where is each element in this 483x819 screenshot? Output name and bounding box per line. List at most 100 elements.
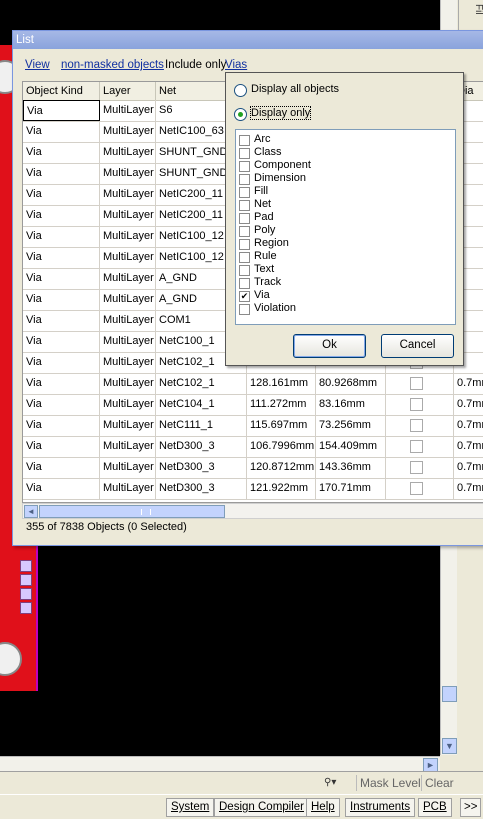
- table-cell[interactable]: MultiLayer: [100, 415, 156, 436]
- table-cell[interactable]: [386, 478, 454, 499]
- checkbox[interactable]: [239, 187, 250, 198]
- table-cell[interactable]: MultiLayer: [100, 436, 156, 457]
- table-cell[interactable]: MultiLayer: [100, 352, 156, 373]
- table-cell[interactable]: MultiLayer: [100, 142, 156, 163]
- table-cell[interactable]: NetC104_1: [156, 394, 247, 415]
- horizontal-scrollbar[interactable]: ►: [0, 756, 440, 772]
- checkbox[interactable]: [239, 161, 250, 172]
- table-cell[interactable]: MultiLayer: [100, 310, 156, 331]
- table-cell[interactable]: 0.7mm: [454, 394, 483, 415]
- object-kind-list[interactable]: Arc Class Component Dimension Fill Net Pad Poly…: [235, 129, 456, 325]
- table-cell[interactable]: 143.36mm: [316, 457, 386, 478]
- table-cell[interactable]: MultiLayer: [100, 457, 156, 478]
- table-cell[interactable]: MultiLayer: [100, 331, 156, 352]
- table-cell[interactable]: Via: [23, 436, 100, 457]
- table-cell[interactable]: MultiLayer: [100, 289, 156, 310]
- table-cell[interactable]: MultiLayer: [100, 247, 156, 268]
- table-cell[interactable]: Via: [23, 163, 100, 184]
- table-cell[interactable]: 106.7996mm: [247, 436, 316, 457]
- table-cell[interactable]: Via: [23, 226, 100, 247]
- checkbox[interactable]: [239, 200, 250, 211]
- table-cell[interactable]: [386, 415, 454, 436]
- checkbox[interactable]: [239, 135, 250, 146]
- checkbox[interactable]: [239, 239, 250, 250]
- checkbox[interactable]: [239, 278, 250, 289]
- grid-horizontal-scrollbar[interactable]: ◄: [22, 503, 483, 519]
- table-cell[interactable]: [386, 436, 454, 457]
- table-cell[interactable]: 83.16mm: [316, 394, 386, 415]
- table-cell[interactable]: MultiLayer: [100, 205, 156, 226]
- table-cell[interactable]: 170.71mm: [316, 478, 386, 499]
- cancel-button[interactable]: Cancel: [381, 334, 454, 358]
- table-cell[interactable]: Via: [23, 457, 100, 478]
- table-cell[interactable]: Via: [23, 331, 100, 352]
- clear-button[interactable]: Clear: [421, 775, 457, 791]
- table-cell[interactable]: Via: [23, 310, 100, 331]
- checkbox[interactable]: [410, 419, 423, 432]
- table-cell[interactable]: MultiLayer: [100, 373, 156, 394]
- table-cell[interactable]: 0.7mm: [454, 373, 483, 394]
- table-cell[interactable]: 154.409mm: [316, 436, 386, 457]
- pcb-button[interactable]: PCB: [418, 798, 452, 817]
- table-cell[interactable]: [386, 373, 454, 394]
- checkbox[interactable]: [410, 440, 423, 453]
- checkbox[interactable]: [239, 174, 250, 185]
- window-title[interactable]: List: [13, 31, 483, 49]
- checkbox[interactable]: [410, 377, 423, 390]
- table-cell[interactable]: NetD300_3: [156, 478, 247, 499]
- checkbox[interactable]: ✔: [239, 291, 250, 302]
- table-cell[interactable]: Via: [23, 478, 100, 499]
- table-cell[interactable]: MultiLayer: [100, 478, 156, 499]
- table-cell[interactable]: Via: [23, 247, 100, 268]
- table-cell[interactable]: Via: [23, 100, 100, 121]
- scroll-right-arrow-icon[interactable]: ►: [423, 758, 438, 772]
- table-cell[interactable]: 121.922mm: [247, 478, 316, 499]
- table-row[interactable]: Via MultiLayer NetC102_1 128.161mm 80.9268mm…: [23, 373, 483, 395]
- table-cell[interactable]: 73.256mm: [316, 415, 386, 436]
- table-cell[interactable]: Via: [23, 289, 100, 310]
- table-cell[interactable]: MultiLayer: [100, 226, 156, 247]
- table-cell[interactable]: 111.272mm: [247, 394, 316, 415]
- table-row[interactable]: Via MultiLayer NetD300_3 120.8712mm 143.36mm…: [23, 457, 483, 479]
- vias-link[interactable]: Vias: [225, 59, 247, 71]
- mask-level-button[interactable]: Mask Level: [356, 775, 424, 791]
- table-cell[interactable]: MultiLayer: [100, 268, 156, 289]
- table-cell[interactable]: Via: [23, 142, 100, 163]
- column-header[interactable]: Object Kind: [23, 82, 100, 100]
- table-row[interactable]: Via MultiLayer NetC104_1 111.272mm 83.16mm 0.…: [23, 394, 483, 416]
- table-row[interactable]: Via MultiLayer NetC111_1 115.697mm 73.256mm 0…: [23, 415, 483, 437]
- table-cell[interactable]: Via: [23, 268, 100, 289]
- column-header[interactable]: Layer: [100, 82, 156, 100]
- table-cell[interactable]: NetC111_1: [156, 415, 247, 436]
- table-cell[interactable]: Via: [23, 184, 100, 205]
- ok-button[interactable]: Ok: [293, 334, 366, 358]
- table-row[interactable]: Via MultiLayer NetD300_3 121.922mm 170.71mm 0…: [23, 478, 483, 500]
- help-button[interactable]: Help: [306, 798, 340, 817]
- scroll-left-arrow-icon[interactable]: ◄: [24, 505, 38, 518]
- filter-icon[interactable]: ⚲▾: [324, 775, 352, 791]
- scroll-thumb[interactable]: [442, 686, 457, 702]
- table-cell[interactable]: Via: [23, 352, 100, 373]
- table-cell[interactable]: Via: [23, 394, 100, 415]
- checkbox[interactable]: [410, 482, 423, 495]
- table-row[interactable]: Via MultiLayer NetD300_3 106.7996mm 154.409m…: [23, 436, 483, 458]
- scroll-thumb[interactable]: [39, 505, 225, 518]
- table-cell[interactable]: Via: [23, 205, 100, 226]
- table-cell[interactable]: 128.161mm: [247, 373, 316, 394]
- table-cell[interactable]: MultiLayer: [100, 121, 156, 142]
- table-cell[interactable]: 0.7mm: [454, 415, 483, 436]
- checkbox[interactable]: [239, 304, 250, 315]
- more-button[interactable]: >>: [460, 798, 482, 817]
- checkbox[interactable]: [239, 252, 250, 263]
- scroll-down-arrow-icon[interactable]: ▼: [442, 738, 457, 754]
- checkbox[interactable]: [239, 265, 250, 276]
- table-cell[interactable]: [386, 457, 454, 478]
- table-cell[interactable]: NetD300_3: [156, 436, 247, 457]
- system-button[interactable]: System: [166, 798, 215, 817]
- table-cell[interactable]: NetC102_1: [156, 373, 247, 394]
- table-cell[interactable]: Via: [23, 415, 100, 436]
- table-cell[interactable]: MultiLayer: [100, 163, 156, 184]
- table-cell[interactable]: Via: [23, 121, 100, 142]
- table-cell[interactable]: 0.7mm: [454, 436, 483, 457]
- table-cell[interactable]: MultiLayer: [100, 100, 156, 121]
